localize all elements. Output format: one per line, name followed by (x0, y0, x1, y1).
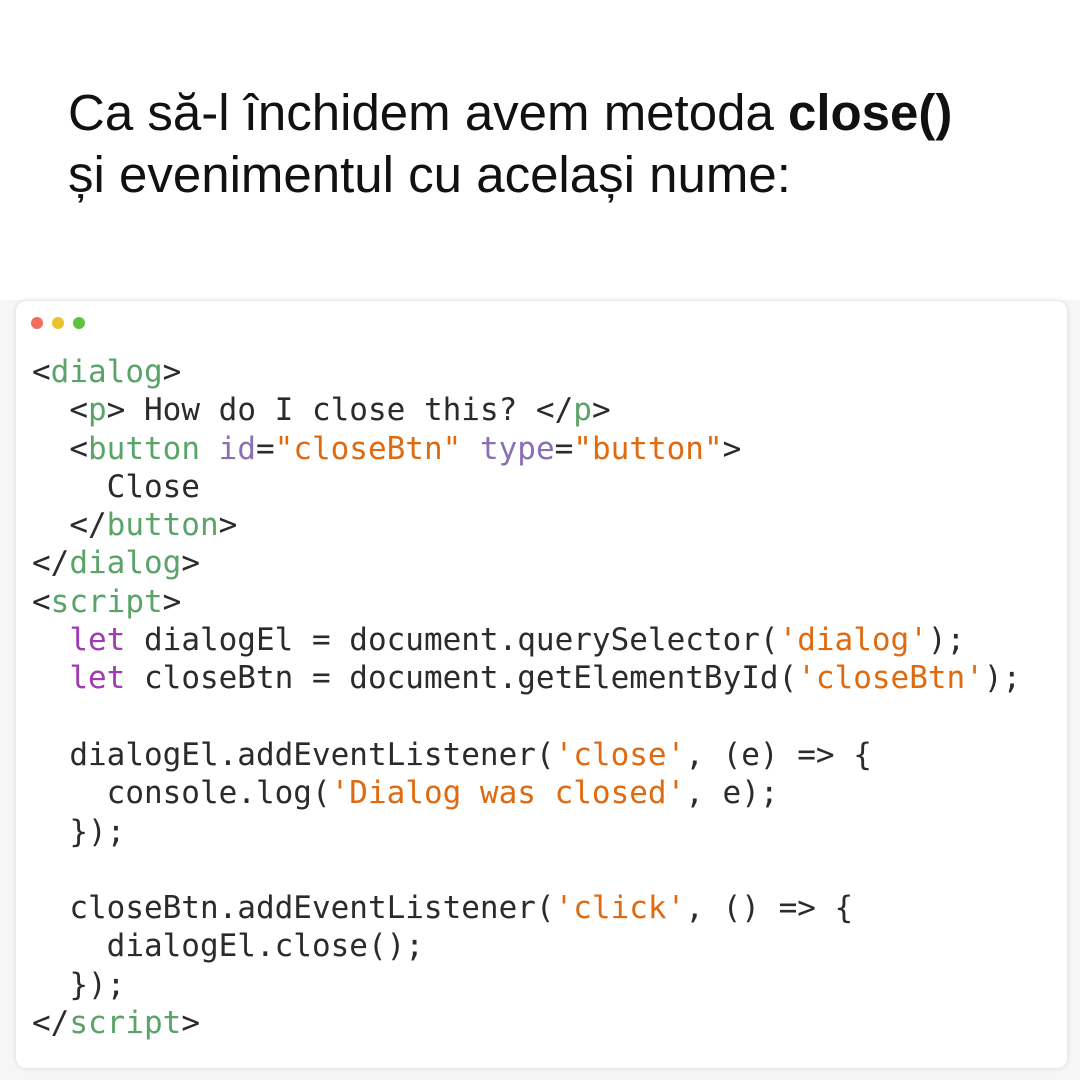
code-token: console.log( (32, 775, 331, 812)
code-token: }); (32, 966, 126, 1003)
code-token: closeBtn.addEventListener( (32, 890, 555, 927)
code-token: dialog (50, 354, 163, 390)
code-token: </ (32, 1005, 70, 1042)
close-dot-icon (31, 317, 43, 329)
code-line: <p> How do I close this? </p> (32, 391, 1021, 429)
window-controls (31, 317, 85, 329)
code-line: let closeBtn = document.getElementById('… (32, 659, 1021, 697)
code-token: 'close' (554, 736, 686, 773)
code-token: > How do I close this? </ (106, 392, 574, 429)
code-token: = (255, 430, 275, 467)
code-token: dialogEl.addEventListener( (32, 736, 555, 773)
code-line: closeBtn.addEventListener('click', () =>… (32, 889, 1021, 927)
code-line: let dialogEl = document.querySelector('d… (32, 621, 1021, 659)
code-token: , () => { (685, 890, 854, 927)
code-token: }); (32, 813, 126, 850)
code-token: , e); (685, 775, 779, 812)
code-token: type (479, 430, 555, 467)
code-token: < (32, 354, 51, 390)
code-token: = (554, 430, 574, 467)
code-line: Close (32, 468, 1021, 506)
code-token: < (32, 583, 51, 620)
code-line: </dialog> (32, 544, 1021, 582)
code-block: <dialog> <p> How do I close this? </p> <… (32, 353, 1021, 1042)
heading-close-method: close() (787, 84, 953, 141)
code-token: let (69, 660, 126, 697)
code-token: button (106, 507, 219, 544)
code-token: , (e) => { (685, 736, 872, 773)
heading-line-1-text: Ca să-l închidem avem metoda (68, 84, 788, 141)
code-token: </ (32, 545, 70, 582)
code-token: dialogEl = document.querySelector( (125, 622, 779, 659)
code-token: Close (32, 468, 200, 505)
code-token: closeBtn = document.getElementById( (125, 660, 798, 697)
code-token: let (69, 622, 126, 659)
code-token: button (88, 430, 200, 467)
code-line: dialogEl.close(); (32, 927, 1021, 965)
code-token: dialog (69, 545, 182, 582)
code-window: <dialog> <p> How do I close this? </p> <… (16, 301, 1067, 1068)
code-token: ); (927, 622, 966, 659)
code-token: dialogEl.close(); (32, 928, 424, 965)
code-token: > (722, 430, 742, 467)
code-line: </button> (32, 506, 1021, 544)
code-token: < (32, 430, 88, 467)
code-token: > (591, 392, 611, 429)
code-token: ); (983, 660, 1022, 697)
code-line: }); (32, 966, 1021, 1004)
code-token: > (162, 354, 182, 390)
code-token: < (32, 392, 88, 429)
code-token: > (181, 1005, 200, 1042)
code-token: 'Dialog was closed' (330, 775, 686, 812)
code-token: > (181, 545, 200, 582)
code-token: 'closeBtn' (797, 660, 984, 697)
slide-heading: Ca să-l închidem avem metoda close() și … (68, 82, 1048, 206)
code-line: <button id="closeBtn" type="button"> (32, 430, 1021, 468)
code-token: id (218, 430, 256, 467)
code-token: script (50, 583, 163, 620)
code-token: script (69, 1005, 182, 1042)
code-line: <dialog> (32, 353, 1021, 391)
minimize-dot-icon (52, 317, 64, 329)
maximize-dot-icon (73, 317, 85, 329)
code-token: 'dialog' (778, 622, 928, 659)
heading-line-1: Ca să-l închidem avem metoda close() (68, 82, 1048, 144)
code-line: }); (32, 813, 1021, 851)
code-token: </ (32, 507, 107, 544)
code-line: </script> (32, 1004, 1021, 1042)
code-token: p (573, 392, 592, 429)
code-token: p (88, 392, 107, 429)
code-line: <script> (32, 583, 1021, 621)
code-token: "closeBtn" (274, 430, 462, 467)
code-token: > (162, 583, 182, 620)
code-line: console.log('Dialog was closed', e); (32, 774, 1021, 812)
code-token: "button" (573, 430, 723, 467)
heading-line-2: și evenimentul cu același nume: (68, 146, 791, 203)
code-line: dialogEl.addEventListener('close', (e) =… (32, 736, 1021, 774)
code-token: > (218, 507, 238, 544)
code-token: 'click' (554, 890, 686, 927)
